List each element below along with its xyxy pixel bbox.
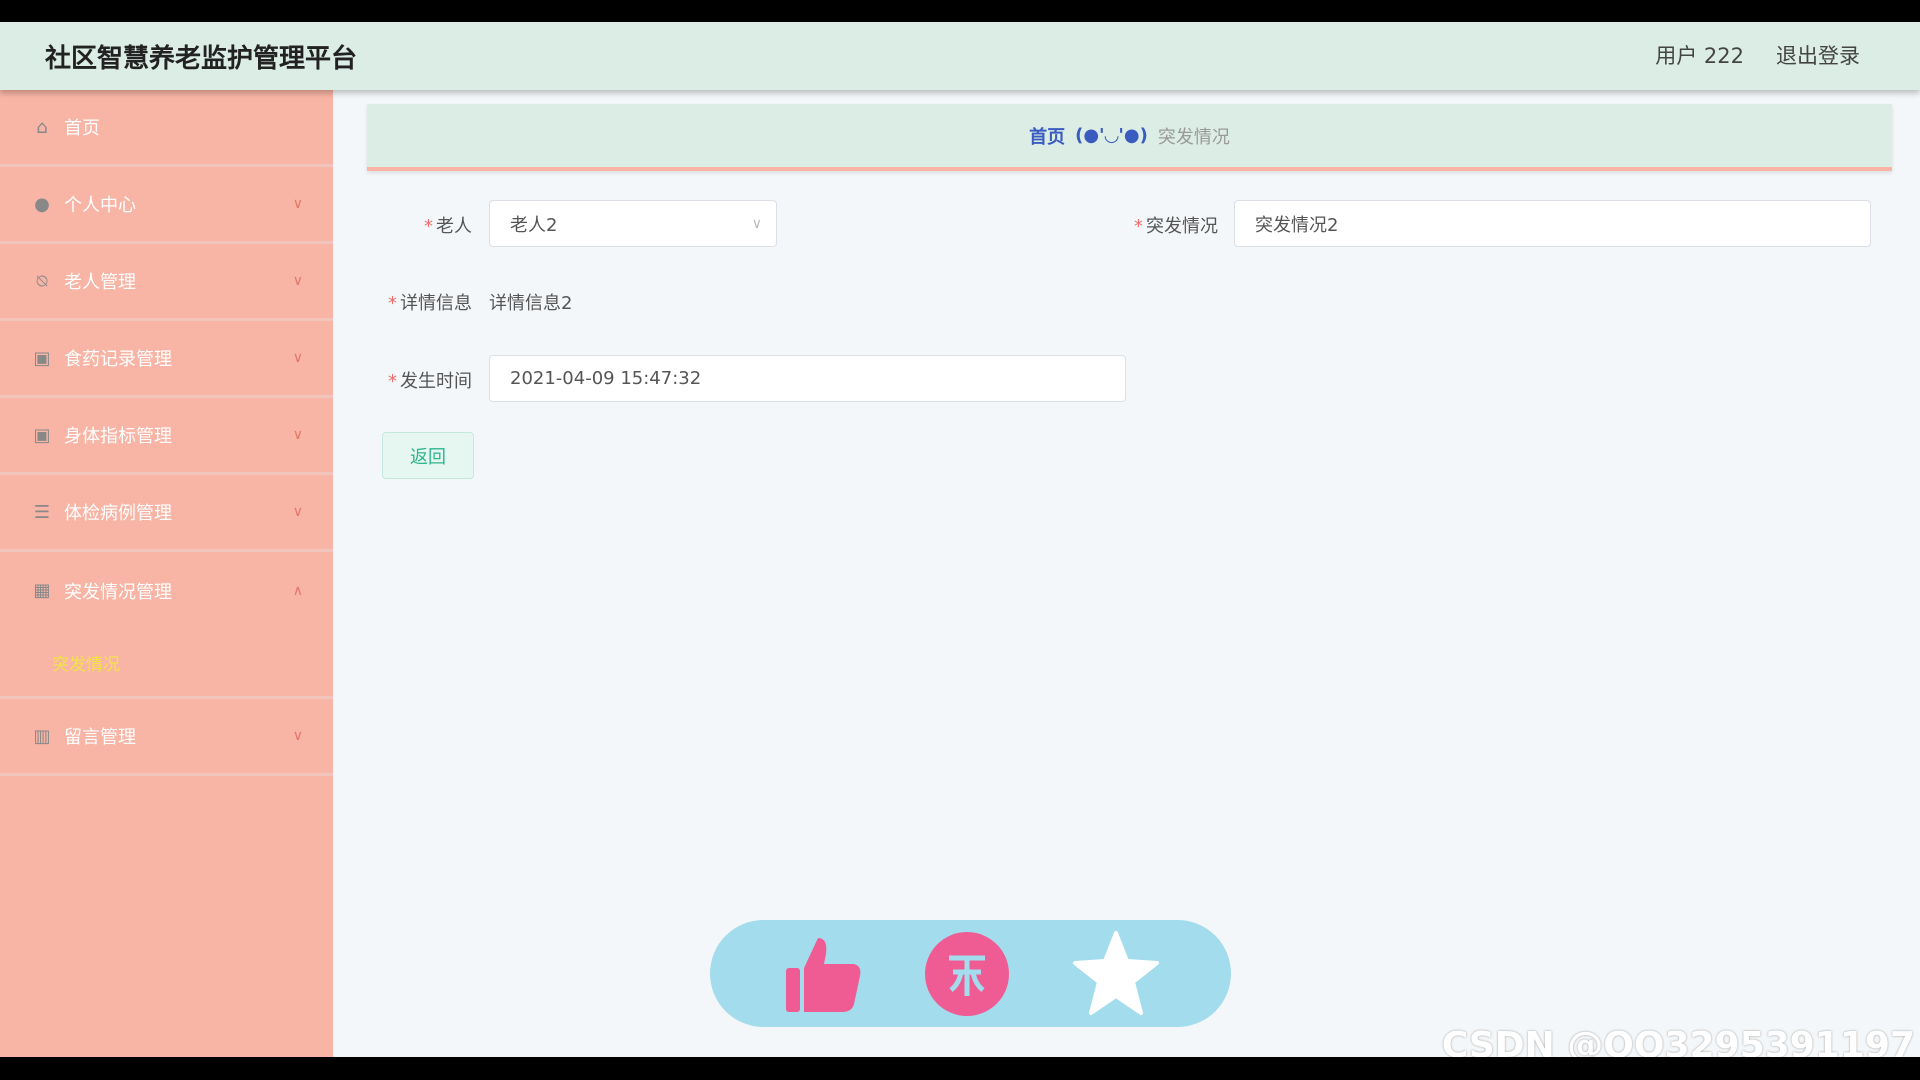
grid-icon: ▦ [33,580,51,601]
sidebar-item-home[interactable]: ⌂ 首页 [0,90,333,167]
sidebar-item-food-medicine[interactable]: ▣ 食药记录管理 ∨ [0,321,333,398]
floating-action-bar [710,920,1231,1027]
thumbs-up-icon[interactable] [782,934,862,1014]
back-button[interactable]: 返回 [382,432,474,479]
sidebar-item-messages[interactable]: ▥ 留言管理 ∨ [0,699,333,776]
incident-label: * 突发情况 [1134,216,1218,237]
breadcrumb: 首页 (●'◡'●) 突发情况 [367,104,1892,171]
elder-label: * 老人 [424,216,472,237]
chevron-down-icon: ∨ [292,273,303,289]
chevron-down-icon: ∨ [292,504,303,520]
chevron-down-icon: ∨ [751,215,762,232]
header: 社区智慧养老监护管理平台 用户 222 退出登录 [0,22,1920,90]
breadcrumb-current: 突发情况 [1157,126,1230,148]
user-icon: ● [34,193,50,215]
chevron-down-icon: ∨ [292,728,303,744]
time-input[interactable]: 2021-04-09 15:47:32 [489,355,1126,402]
star-icon[interactable] [1073,930,1160,1017]
breadcrumb-separator: (●'◡'●) [1075,125,1148,146]
chevron-up-icon: ∧ [292,582,303,599]
detail-value: 详情信息2 [489,293,573,314]
books-icon: ▥ [33,725,51,747]
elder-select[interactable]: 老人2 ∨ [489,200,777,247]
breadcrumb-home[interactable]: 首页 [1029,123,1065,149]
home-icon: ⌂ [36,116,48,138]
sidebar-item-incident[interactable]: ▦ 突发情况管理 ∧ [0,552,333,629]
clipboard-check-icon: ▣ [33,347,51,369]
sidebar-item-elder[interactable]: ⍉ 老人管理 ∨ [0,244,333,321]
bell-off-icon: ⍉ [36,270,48,292]
clipboard-x-icon: ▣ [33,424,51,446]
chevron-down-icon: ∨ [292,427,303,443]
menu-icon: ☰ [33,501,51,523]
bottom-black-bar [0,1057,1920,1080]
sidebar: ⌂ 首页 ● 个人中心 ∨ ⍉ 老人管理 ∨ ▣ 食药记录管理 ∨ ▣ 身体指标管理 ∨ ☰ 体检病… [0,90,333,1057]
sidebar-subitem-incident[interactable]: 突发情况 [0,629,333,699]
chevron-down-icon: ∨ [292,196,303,212]
incident-input[interactable]: 突发情况2 [1234,200,1871,247]
time-label: * 发生时间 [388,371,472,392]
sidebar-item-personal[interactable]: ● 个人中心 ∨ [0,167,333,244]
user-name: 用户 222 [1655,44,1744,68]
sidebar-item-body-index[interactable]: ▣ 身体指标管理 ∨ [0,398,333,475]
app-title: 社区智慧养老监护管理平台 [45,44,358,74]
top-black-bar [0,0,1920,22]
coin-icon[interactable] [925,931,1010,1016]
logout-link[interactable]: 退出登录 [1776,40,1860,70]
sidebar-item-checkup[interactable]: ☰ 体检病例管理 ∨ [0,475,333,552]
detail-label: * 详情信息 [388,293,472,314]
chevron-down-icon: ∨ [292,350,303,366]
